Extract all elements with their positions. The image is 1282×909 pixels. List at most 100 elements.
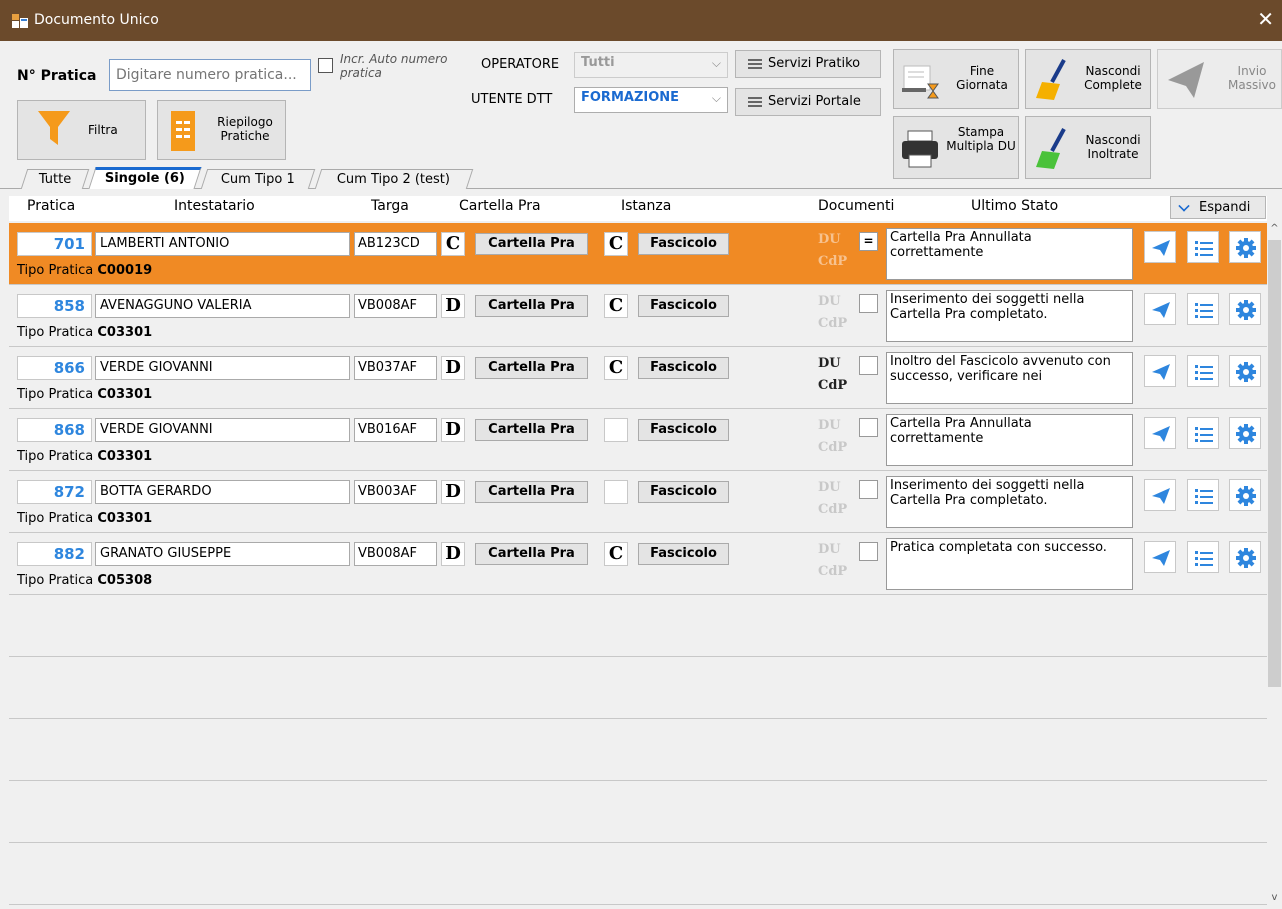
list-button[interactable] bbox=[1187, 479, 1219, 511]
tipo-pratica-code: C03301 bbox=[97, 325, 153, 340]
list-button[interactable] bbox=[1187, 541, 1219, 573]
tab-tutte[interactable]: Tutte bbox=[20, 169, 90, 189]
table-row[interactable]: 866 VERDE GIOVANNI VB037AF D Cartella Pr… bbox=[9, 347, 1267, 409]
targa-field[interactable]: VB003AF bbox=[354, 480, 437, 504]
send-button[interactable] bbox=[1144, 355, 1176, 387]
intestatario-field[interactable]: VERDE GIOVANNI bbox=[95, 356, 350, 380]
du-label[interactable]: DU bbox=[818, 418, 841, 433]
documenti-checkbox[interactable] bbox=[859, 542, 878, 561]
intestatario-field[interactable]: LAMBERTI ANTONIO bbox=[95, 232, 350, 256]
incr-auto-checkbox[interactable] bbox=[318, 58, 333, 73]
documenti-checkbox[interactable]: = bbox=[859, 232, 878, 251]
scroll-up-icon[interactable]: ^ bbox=[1267, 223, 1282, 240]
documenti-checkbox[interactable] bbox=[859, 294, 878, 313]
cartella-pra-button[interactable]: Cartella Pra bbox=[475, 419, 588, 441]
send-button[interactable] bbox=[1144, 293, 1176, 325]
cdp-label[interactable]: CdP bbox=[818, 316, 847, 331]
cartella-pra-button[interactable]: Cartella Pra bbox=[475, 481, 588, 503]
send-button[interactable] bbox=[1144, 479, 1176, 511]
operatore-select[interactable]: Tutti ⌵ bbox=[574, 52, 728, 78]
pratica-number[interactable]: 872 bbox=[17, 480, 92, 504]
settings-button[interactable] bbox=[1229, 293, 1261, 325]
table-row[interactable]: 882 GRANATO GIUSEPPE VB008AF D Cartella … bbox=[9, 533, 1267, 595]
list-button[interactable] bbox=[1187, 417, 1219, 449]
table-row[interactable]: 701 LAMBERTI ANTONIO AB123CD C Cartella … bbox=[9, 223, 1267, 285]
list-button[interactable] bbox=[1187, 355, 1219, 387]
nascondi-complete-button[interactable]: Nascondi Complete bbox=[1025, 49, 1151, 109]
pratica-number[interactable]: 701 bbox=[17, 232, 92, 256]
invio-massivo-button[interactable]: Invio Massivo bbox=[1157, 49, 1282, 109]
pratica-number[interactable]: 866 bbox=[17, 356, 92, 380]
stampa-multipla-label: Stampa Multipla DU bbox=[946, 125, 1016, 153]
settings-button[interactable] bbox=[1229, 355, 1261, 387]
settings-button[interactable] bbox=[1229, 479, 1261, 511]
send-button[interactable] bbox=[1144, 417, 1176, 449]
tab-label: Singole (6) bbox=[104, 171, 185, 186]
istanza-letter bbox=[604, 418, 628, 442]
list-button[interactable] bbox=[1187, 231, 1219, 263]
tipo-pratica-label: Tipo Pratica bbox=[17, 387, 94, 402]
tab-cum-tipo-1[interactable]: Cum Tipo 1 bbox=[200, 169, 316, 189]
du-label[interactable]: DU bbox=[818, 542, 841, 557]
documenti-checkbox[interactable] bbox=[859, 356, 878, 375]
servizi-pratiko-button[interactable]: Servizi Pratiko bbox=[735, 50, 881, 78]
send-button[interactable] bbox=[1144, 231, 1176, 263]
table-row[interactable]: 868 VERDE GIOVANNI VB016AF D Cartella Pr… bbox=[9, 409, 1267, 471]
table-row[interactable]: 872 BOTTA GERARDO VB003AF D Cartella Pra… bbox=[9, 471, 1267, 533]
cdp-label[interactable]: CdP bbox=[818, 440, 847, 455]
pratica-number[interactable]: 882 bbox=[17, 542, 92, 566]
cdp-label[interactable]: CdP bbox=[818, 564, 847, 579]
cartella-letter: D bbox=[441, 542, 465, 566]
intestatario-field[interactable]: GRANATO GIUSEPPE bbox=[95, 542, 350, 566]
servizi-portale-button[interactable]: Servizi Portale bbox=[735, 88, 881, 116]
documenti-checkbox[interactable] bbox=[859, 418, 878, 437]
cartella-pra-button[interactable]: Cartella Pra bbox=[475, 543, 588, 565]
targa-field[interactable]: VB037AF bbox=[354, 356, 437, 380]
filtra-button[interactable]: Filtra bbox=[17, 100, 146, 160]
documenti-checkbox[interactable] bbox=[859, 480, 878, 499]
pratica-number[interactable]: 858 bbox=[17, 294, 92, 318]
settings-button[interactable] bbox=[1229, 231, 1261, 263]
intestatario-field[interactable]: AVENAGGUNO VALERIA bbox=[95, 294, 350, 318]
cartella-pra-button[interactable]: Cartella Pra bbox=[475, 233, 588, 255]
fascicolo-button[interactable]: Fascicolo bbox=[638, 481, 729, 503]
intestatario-field[interactable]: BOTTA GERARDO bbox=[95, 480, 350, 504]
riepilogo-button[interactable]: Riepilogo Pratiche bbox=[157, 100, 286, 160]
table-row[interactable]: 858 AVENAGGUNO VALERIA VB008AF D Cartell… bbox=[9, 285, 1267, 347]
fascicolo-button[interactable]: Fascicolo bbox=[638, 419, 729, 441]
du-label[interactable]: DU bbox=[818, 294, 841, 309]
tab-singole[interactable]: Singole (6) bbox=[88, 167, 202, 189]
istanza-letter bbox=[604, 480, 628, 504]
tab-cum-tipo-2[interactable]: Cum Tipo 2 (test) bbox=[314, 169, 474, 189]
send-button[interactable] bbox=[1144, 541, 1176, 573]
espandi-button[interactable]: Espandi bbox=[1170, 196, 1266, 219]
du-label[interactable]: DU bbox=[818, 356, 841, 371]
targa-field[interactable]: VB008AF bbox=[354, 542, 437, 566]
pratica-number[interactable]: 868 bbox=[17, 418, 92, 442]
du-label[interactable]: DU bbox=[818, 480, 841, 495]
scroll-thumb[interactable] bbox=[1268, 240, 1281, 687]
fascicolo-button[interactable]: Fascicolo bbox=[638, 357, 729, 379]
targa-field[interactable]: VB016AF bbox=[354, 418, 437, 442]
targa-field[interactable]: VB008AF bbox=[354, 294, 437, 318]
scroll-down-icon[interactable]: v bbox=[1267, 892, 1282, 909]
pratica-input[interactable] bbox=[109, 59, 311, 91]
cartella-pra-button[interactable]: Cartella Pra bbox=[475, 295, 588, 317]
fine-giornata-button[interactable]: Fine Giornata bbox=[893, 49, 1019, 109]
vertical-scrollbar[interactable]: ^ v bbox=[1267, 223, 1282, 909]
du-label[interactable]: DU bbox=[818, 232, 841, 247]
targa-field[interactable]: AB123CD bbox=[354, 232, 437, 256]
fascicolo-button[interactable]: Fascicolo bbox=[638, 543, 729, 565]
fascicolo-button[interactable]: Fascicolo bbox=[638, 233, 729, 255]
cdp-label[interactable]: CdP bbox=[818, 254, 847, 269]
list-button[interactable] bbox=[1187, 293, 1219, 325]
cartella-pra-button[interactable]: Cartella Pra bbox=[475, 357, 588, 379]
fascicolo-button[interactable]: Fascicolo bbox=[638, 295, 729, 317]
intestatario-field[interactable]: VERDE GIOVANNI bbox=[95, 418, 350, 442]
cdp-label[interactable]: CdP bbox=[818, 502, 847, 517]
settings-button[interactable] bbox=[1229, 417, 1261, 449]
close-icon[interactable]: ✕ bbox=[1257, 8, 1274, 30]
utente-select[interactable]: FORMAZIONE ⌵ bbox=[574, 87, 728, 113]
settings-button[interactable] bbox=[1229, 541, 1261, 573]
cdp-label[interactable]: CdP bbox=[818, 378, 847, 393]
